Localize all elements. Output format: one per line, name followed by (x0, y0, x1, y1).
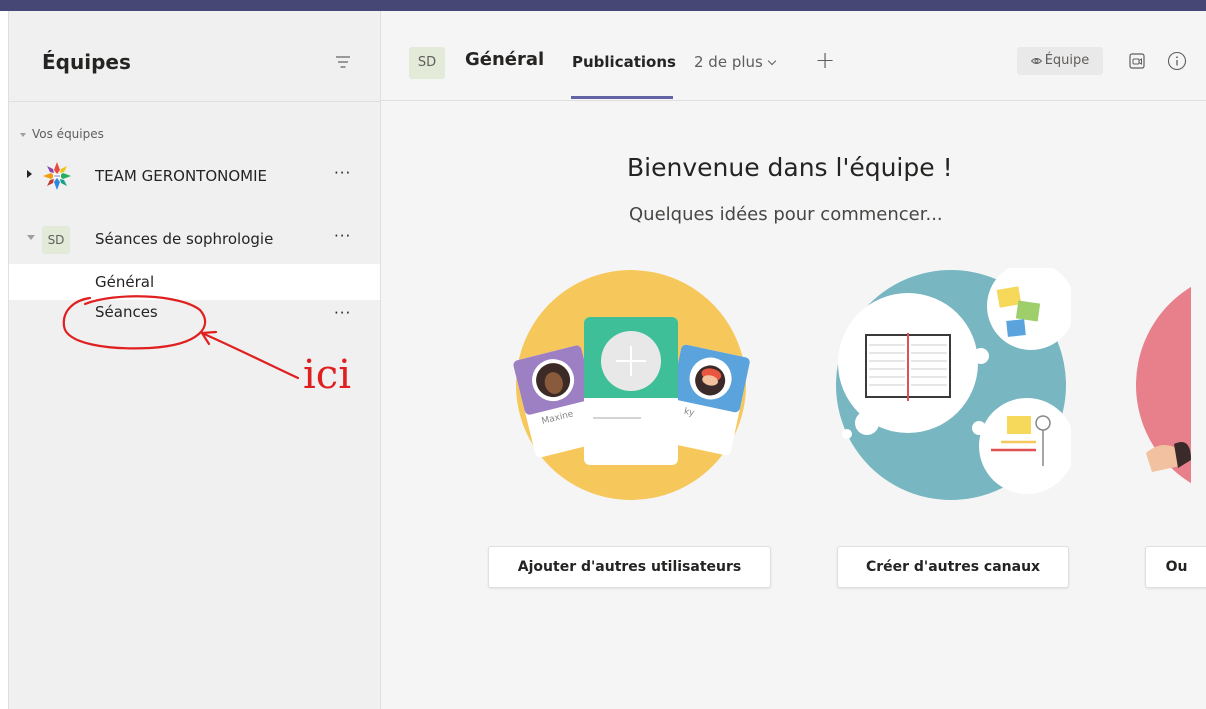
add-people-illustration: Maxine ky (513, 270, 750, 500)
tab-more-dropdown[interactable]: 2 de plus (694, 53, 777, 71)
more-options-icon[interactable]: ··· (334, 227, 351, 245)
apps-illustration (1136, 286, 1191, 484)
more-options-icon[interactable]: ··· (334, 304, 351, 322)
team-avatar: SD (409, 47, 445, 79)
team-name: TEAM GERONTONOMIE (95, 167, 268, 185)
tab-more-label: 2 de plus (694, 53, 763, 71)
team-row-sophrologie[interactable]: SD Séances de sophrologie ··· (9, 217, 380, 261)
welcome-title: Bienvenue dans l'équipe ! (627, 153, 953, 182)
channels-illustration (836, 268, 1071, 500)
section-your-teams[interactable]: Vos équipes (20, 127, 104, 141)
more-options-icon[interactable]: ··· (334, 164, 351, 182)
team-logo-icon (43, 162, 71, 190)
team-visibility-button[interactable]: Équipe (1017, 47, 1103, 75)
sidebar-title: Équipes (42, 50, 131, 74)
channel-name: Général (95, 273, 155, 291)
active-tab-indicator (571, 96, 673, 99)
other-action-button[interactable]: Ou (1145, 546, 1206, 588)
info-icon[interactable] (1167, 51, 1187, 71)
channel-main: SD Général Publications 2 de plus + Équi… (381, 11, 1206, 709)
meet-camera-icon[interactable] (1127, 51, 1147, 71)
annotation-label: ici (303, 352, 351, 398)
add-users-button[interactable]: Ajouter d'autres utilisateurs (488, 546, 771, 588)
filter-icon[interactable] (335, 55, 351, 69)
app-top-bar (0, 0, 1206, 11)
channel-general[interactable]: Général (9, 264, 380, 300)
channel-seances[interactable]: Séances ··· (9, 300, 380, 336)
tab-publications[interactable]: Publications (572, 53, 676, 71)
expand-icon[interactable] (27, 170, 32, 178)
team-button-label: Équipe (1044, 53, 1090, 68)
sidebar-divider (9, 101, 380, 102)
welcome-subtitle: Quelques idées pour commencer... (629, 204, 943, 225)
eye-icon (1030, 57, 1042, 64)
plus-icon[interactable]: + (815, 46, 835, 74)
channel-name: Séances (95, 303, 158, 321)
team-avatar: SD (42, 226, 70, 254)
create-channels-button[interactable]: Créer d'autres canaux (837, 546, 1069, 588)
team-name: Séances de sophrologie (95, 230, 274, 248)
channel-header: SD Général Publications 2 de plus + Équi… (381, 11, 1206, 101)
team-row-gerontonomie[interactable]: TEAM GERONTONOMIE ··· (9, 154, 380, 198)
chevron-down-icon (767, 56, 777, 66)
collapse-icon[interactable] (27, 235, 35, 240)
section-label: Vos équipes (32, 127, 104, 141)
collapse-icon (20, 132, 26, 137)
channel-title: Général (465, 49, 545, 70)
